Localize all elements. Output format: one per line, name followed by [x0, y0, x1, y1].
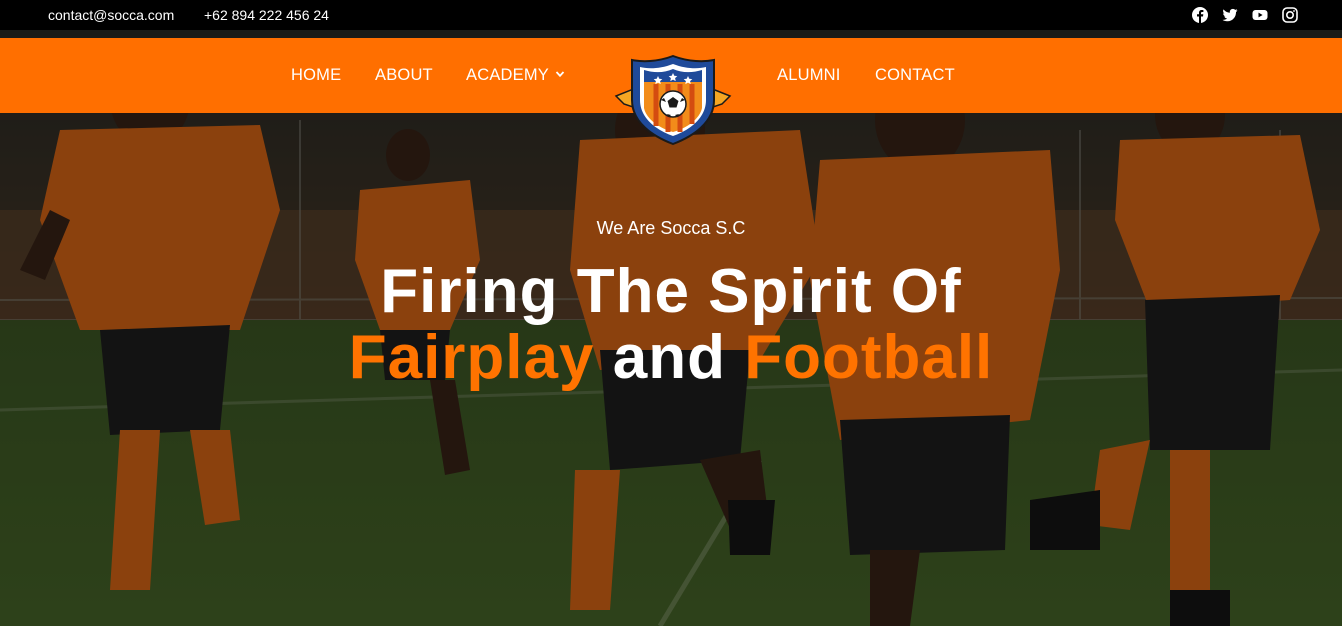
instagram-icon[interactable] [1282, 7, 1298, 23]
contact-phone[interactable]: +62 894 222 456 24 [204, 7, 329, 23]
headline-word-and: and [612, 323, 726, 392]
chevron-down-icon [555, 71, 565, 78]
contact-email[interactable]: contact@socca.com [48, 7, 174, 23]
club-crest-logo[interactable] [614, 52, 732, 148]
twitter-icon[interactable] [1222, 7, 1238, 23]
headline-word-fairplay: Fairplay [348, 323, 595, 392]
nav-academy[interactable]: ACADEMY [466, 66, 565, 85]
nav-academy-label: ACADEMY [466, 66, 549, 84]
facebook-icon[interactable] [1192, 7, 1208, 23]
headline-word-football: Football [744, 323, 994, 392]
hero-headline-line-1: Firing The Spirit Of [380, 257, 962, 326]
top-bar: contact@socca.com +62 894 222 456 24 [0, 0, 1342, 30]
nav-contact[interactable]: CONTACT [875, 66, 955, 85]
nav-home[interactable]: HOME [291, 66, 341, 85]
youtube-icon[interactable] [1252, 7, 1268, 23]
nav-alumni[interactable]: ALUMNI [777, 66, 841, 85]
hero-tagline: We Are Socca S.C [596, 218, 746, 238]
nav-about[interactable]: ABOUT [375, 66, 433, 85]
hero-headline-line-2: Fairplay and Football [0, 324, 1342, 392]
social-links [1192, 7, 1298, 23]
